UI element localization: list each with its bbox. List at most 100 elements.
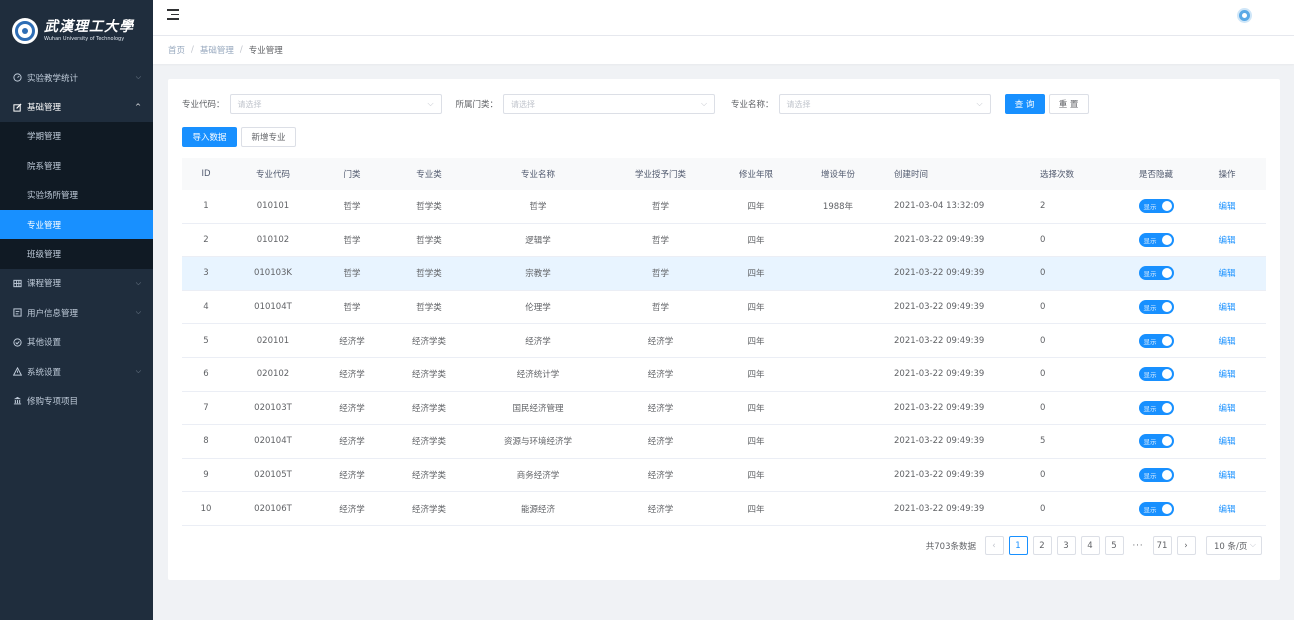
prev-page-button[interactable]: ‹: [984, 536, 1004, 555]
cell-id: 8: [203, 436, 209, 447]
edit-link[interactable]: 编辑: [1218, 437, 1235, 447]
page-button-3[interactable]: 3: [1056, 536, 1076, 555]
cell-degree: 经济学: [647, 437, 674, 448]
submenu-item-class[interactable]: 班级管理: [0, 239, 153, 268]
cell-class: 哲学类: [416, 269, 442, 280]
menu-item-user-info[interactable]: 用户信息管理 ⌵: [0, 298, 153, 327]
edit-link[interactable]: 编辑: [1218, 236, 1235, 246]
import-data-button[interactable]: 导入数据: [182, 127, 237, 147]
cell-class: 经济学类: [411, 370, 446, 381]
cell-created: 2021-03-22 09:49:39: [894, 369, 985, 380]
toggle-label: 显示: [1143, 438, 1157, 447]
table-row[interactable]: 10 020106T 经济学 经济学类 能源经济 经济学 四年 2021-03-22 09:4…: [182, 492, 1266, 526]
chevron-down-icon: ⌵: [976, 99, 983, 108]
edit-link[interactable]: 编辑: [1218, 269, 1235, 279]
table-row[interactable]: 3 010103K 哲学 哲学类 宗教学 哲学 四年 2021-03-22 09:49:39 0…: [182, 257, 1266, 291]
query-button[interactable]: 查 询: [1004, 94, 1045, 114]
cell-hidden: 显示: [1118, 468, 1194, 483]
col-header-operation: 操作: [1218, 170, 1236, 180]
check-circle-icon: [12, 337, 22, 347]
visibility-toggle[interactable]: 显示: [1138, 199, 1174, 214]
edit-link[interactable]: 编辑: [1218, 303, 1235, 313]
menu-item-course-management[interactable]: 课程管理 ⌵: [0, 269, 153, 298]
cell-category: 经济学: [339, 403, 365, 414]
pagination: 共703条数据 ‹ 1 2 3 4 5 ··· 71 › 10 条/页 ⌵: [926, 536, 1262, 555]
code-select-placeholder: 请选择: [237, 99, 262, 109]
table-row[interactable]: 5 020101 经济学 经济学类 经济学 经济学 四年 2021-03-22 09:49:3…: [182, 324, 1266, 358]
table-row[interactable]: 1 010101 哲学 哲学类 哲学 哲学 四年 1988年 2021-03-04 13:32:…: [182, 190, 1266, 224]
category-select[interactable]: 请选择 ⌵: [503, 94, 716, 114]
reset-button[interactable]: 重 置: [1048, 94, 1089, 114]
cell-count: 0: [1040, 402, 1046, 413]
breadcrumb-home[interactable]: 首页: [168, 44, 185, 56]
visibility-toggle[interactable]: 显示: [1138, 333, 1174, 348]
cell-hidden: 显示: [1118, 333, 1194, 348]
submenu-item-semester[interactable]: 学期管理: [0, 122, 153, 151]
menu-label: 用户信息管理: [27, 308, 79, 319]
cell-degree: 经济学: [647, 403, 674, 414]
bank-icon: [12, 396, 22, 406]
breadcrumb-basic[interactable]: 基础管理: [200, 44, 234, 56]
table-row[interactable]: 2 010102 哲学 哲学类 逻辑学 哲学 四年 2021-03-22 09:49:39 0 显…: [182, 224, 1266, 258]
cell-name: 能源经济: [520, 504, 555, 515]
toggle-knob: [1161, 369, 1172, 380]
page-button-last[interactable]: 71: [1152, 536, 1172, 555]
cell-count: 0: [1040, 335, 1046, 346]
chevron-down-icon: ⌵: [135, 73, 141, 82]
visibility-toggle[interactable]: 显示: [1138, 501, 1174, 516]
menu-item-system-settings[interactable]: 系统设置 ⌵: [0, 357, 153, 386]
visibility-toggle[interactable]: 显示: [1138, 400, 1174, 415]
code-select[interactable]: 请选择 ⌵: [229, 94, 442, 114]
table-row[interactable]: 7 020103T 经济学 经济学类 国民经济管理 经济学 四年 2021-03-22 09:…: [182, 392, 1266, 426]
breadcrumb-current: 专业管理: [248, 46, 283, 56]
visibility-toggle[interactable]: 显示: [1138, 232, 1174, 247]
menu-item-procurement[interactable]: 修购专项项目: [0, 386, 153, 415]
table-row[interactable]: 8 020104T 经济学 经济学类 资源与环境经济学 经济学 四年 2021-03-22 0…: [182, 425, 1266, 459]
edit-link[interactable]: 编辑: [1218, 202, 1235, 212]
edit-link[interactable]: 编辑: [1218, 505, 1235, 515]
table-row[interactable]: 6 020102 经济学 经济学类 经济统计学 经济学 四年 2021-03-22 09:49…: [182, 358, 1266, 392]
add-major-button[interactable]: 新增专业: [241, 127, 296, 147]
cell-category: 哲学: [343, 202, 361, 213]
cell-class: 经济学类: [411, 336, 446, 347]
next-page-button[interactable]: ›: [1176, 536, 1196, 555]
edit-link[interactable]: 编辑: [1218, 370, 1235, 380]
page-button-1[interactable]: 1: [1008, 536, 1028, 555]
submenu-item-major[interactable]: 专业管理: [0, 209, 153, 240]
cell-code: 010102: [256, 234, 290, 245]
page-button-4[interactable]: 4: [1080, 536, 1100, 555]
category-select-placeholder: 请选择: [511, 99, 536, 109]
menu-item-other-settings[interactable]: 其他设置: [0, 328, 153, 357]
name-filter-label: 专业名称：: [731, 100, 774, 110]
page-button-5[interactable]: 5: [1104, 536, 1124, 555]
page-button-2[interactable]: 2: [1032, 536, 1052, 555]
chevron-up-icon: ^: [135, 103, 141, 112]
visibility-toggle[interactable]: 显示: [1138, 367, 1174, 382]
cell-years: 四年: [747, 202, 765, 213]
edit-link[interactable]: 编辑: [1218, 337, 1235, 347]
name-select[interactable]: 请选择 ⌵: [778, 94, 991, 114]
cell-id: 2: [203, 234, 209, 245]
visibility-toggle[interactable]: 显示: [1138, 300, 1174, 315]
page-size-select[interactable]: 10 条/页 ⌵: [1206, 536, 1262, 555]
table-row[interactable]: 4 010104T 哲学 哲学类 伦理学 哲学 四年 2021-03-22 09:49:39 0…: [182, 291, 1266, 325]
visibility-toggle[interactable]: 显示: [1138, 266, 1174, 281]
pagination-ellipsis[interactable]: ···: [1129, 541, 1148, 551]
col-header-name: 专业名称: [520, 170, 555, 180]
menu-item-basic-management[interactable]: 基础管理 ^: [0, 92, 153, 121]
cell-created: 2021-03-22 09:49:39: [894, 335, 985, 346]
menu-item-teaching-stats[interactable]: 实验教学统计 ⌵: [0, 63, 153, 92]
cell-years: 四年: [747, 269, 765, 280]
cell-id: 4: [203, 302, 209, 313]
table-row[interactable]: 9 020105T 经济学 经济学类 商务经济学 经济学 四年 2021-03-22 09:4…: [182, 459, 1266, 493]
edit-link[interactable]: 编辑: [1218, 404, 1235, 414]
visibility-toggle[interactable]: 显示: [1138, 468, 1174, 483]
submenu-item-lab-venue[interactable]: 实验场所管理: [0, 181, 153, 210]
submenu-item-department[interactable]: 院系管理: [0, 151, 153, 180]
main-card: 专业代码： 请选择 ⌵ 所属门类： 请选择 ⌵ 专业名称： 请选择 ⌵ 查 询 …: [168, 79, 1280, 580]
menu-fold-icon[interactable]: [167, 9, 179, 20]
avatar[interactable]: [1237, 8, 1252, 23]
edit-link[interactable]: 编辑: [1218, 471, 1235, 481]
visibility-toggle[interactable]: 显示: [1138, 434, 1174, 449]
submenu-basic-management: 学期管理 院系管理 实验场所管理 专业管理 班级管理: [0, 121, 153, 269]
